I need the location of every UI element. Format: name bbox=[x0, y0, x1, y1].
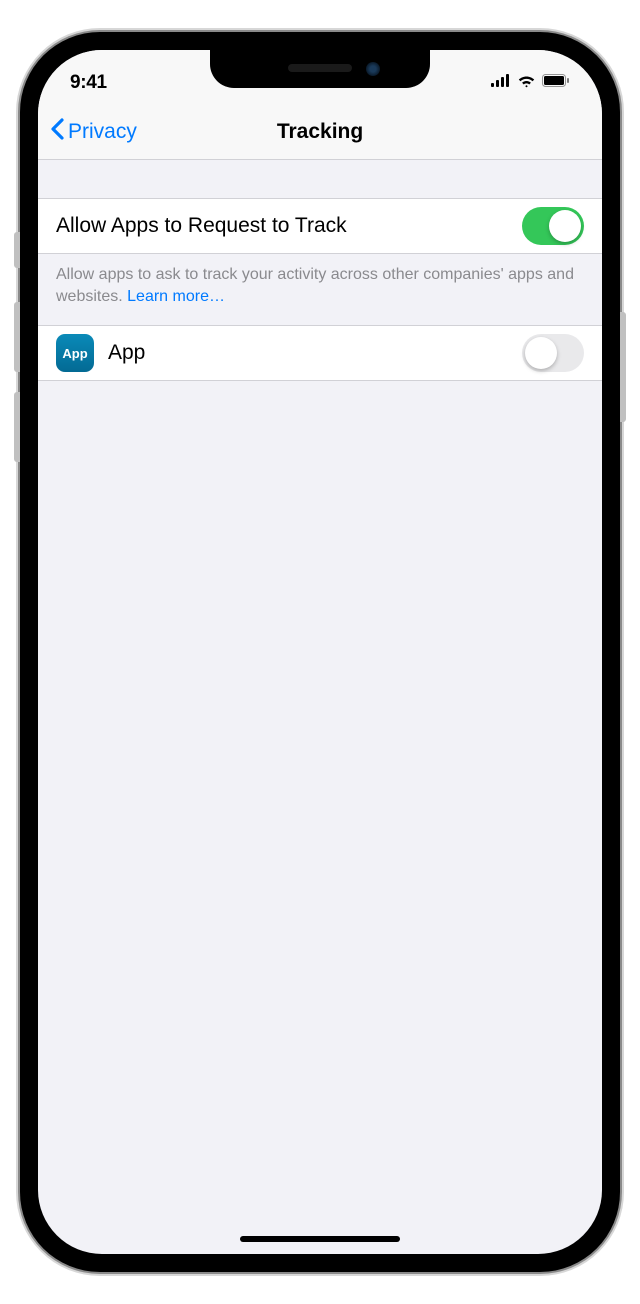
settings-content: Allow Apps to Request to Track Allow app… bbox=[38, 160, 602, 381]
chevron-left-icon bbox=[50, 118, 64, 146]
toggle-thumb bbox=[525, 337, 557, 369]
app-name-label: App bbox=[108, 341, 522, 365]
volume-down-button bbox=[14, 392, 20, 462]
screen: 9:41 Privacy Tracking bbox=[38, 50, 602, 1254]
battery-icon bbox=[542, 74, 570, 92]
cellular-icon bbox=[491, 74, 511, 92]
notch bbox=[210, 50, 430, 88]
app-tracking-row: App App bbox=[38, 325, 602, 381]
app-tracking-toggle[interactable] bbox=[522, 334, 584, 372]
ring-silent-switch bbox=[14, 232, 20, 268]
app-icon-text: App bbox=[62, 346, 87, 361]
toggle-thumb bbox=[549, 210, 581, 242]
status-time: 9:41 bbox=[70, 72, 107, 94]
allow-tracking-row: Allow Apps to Request to Track bbox=[38, 198, 602, 254]
wifi-icon bbox=[517, 74, 536, 93]
side-button bbox=[620, 312, 626, 422]
speaker-grille bbox=[288, 64, 352, 72]
section-footer: Allow apps to ask to track your activity… bbox=[38, 254, 602, 317]
page-title: Tracking bbox=[277, 120, 363, 144]
allow-tracking-toggle[interactable] bbox=[522, 207, 584, 245]
home-indicator[interactable] bbox=[240, 1236, 400, 1242]
back-button[interactable]: Privacy bbox=[50, 118, 137, 146]
nav-bar: Privacy Tracking bbox=[38, 104, 602, 160]
front-camera bbox=[366, 62, 380, 76]
app-icon: App bbox=[56, 334, 94, 372]
allow-tracking-label: Allow Apps to Request to Track bbox=[56, 214, 522, 238]
learn-more-link[interactable]: Learn more… bbox=[127, 288, 225, 305]
volume-up-button bbox=[14, 302, 20, 372]
back-label: Privacy bbox=[68, 120, 137, 144]
phone-frame: 9:41 Privacy Tracking bbox=[20, 32, 620, 1272]
